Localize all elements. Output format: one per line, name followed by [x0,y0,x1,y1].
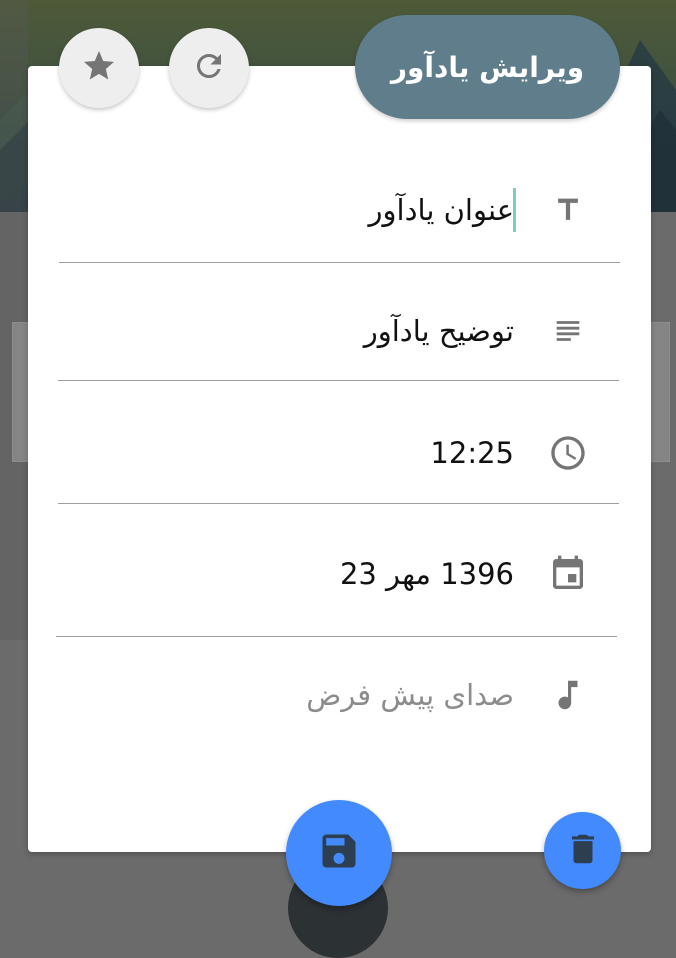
clock-icon [548,433,588,473]
star-icon [81,48,117,88]
delete-button[interactable] [544,812,621,889]
background-overlay [0,0,28,640]
date-value[interactable]: 1396 مهر 23 [340,557,514,591]
sound-value[interactable]: صدای پیش فرض [306,678,514,712]
time-value[interactable]: 12:25 [430,436,514,470]
divider [58,380,619,381]
description-field[interactable]: توضیح یادآور [56,291,620,371]
delete-icon [564,830,602,872]
title-input[interactable]: عنوان یادآور [369,193,515,227]
divider [56,636,617,637]
favorite-button[interactable] [59,28,139,108]
dialog-title: ویرایش یادآور [390,50,585,84]
refresh-button[interactable] [169,28,249,108]
title-field[interactable]: عنوان یادآور [56,170,620,250]
sound-field[interactable]: صدای پیش فرض [56,655,620,735]
divider [58,503,619,504]
time-field[interactable]: 12:25 [56,413,620,493]
notes-icon [548,311,588,351]
description-input[interactable]: توضیح یادآور [364,314,514,348]
text-cursor [513,188,516,232]
date-field[interactable]: 1396 مهر 23 [56,534,620,614]
save-button[interactable] [286,800,392,906]
text-title-icon [548,190,588,230]
music-note-icon [548,675,588,715]
dialog-title-pill: ویرایش یادآور [355,15,620,119]
calendar-icon [548,554,588,594]
save-icon [317,829,361,877]
divider [59,262,620,263]
refresh-icon [191,48,227,88]
